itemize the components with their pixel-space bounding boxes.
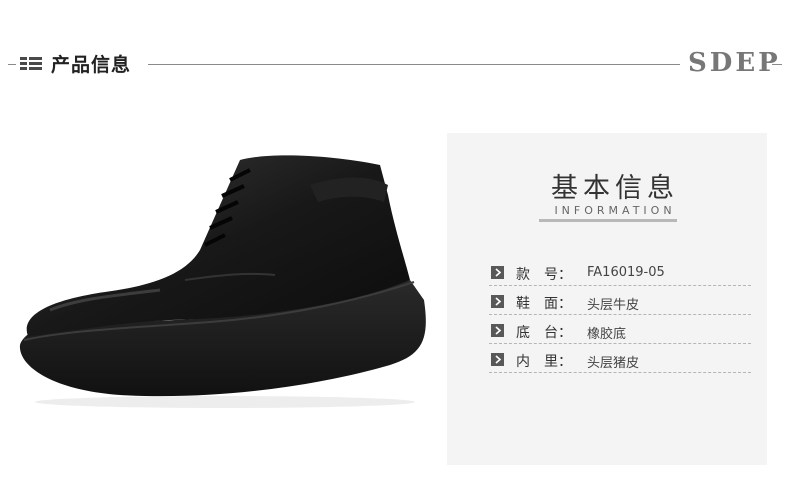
header-title: 产品信息	[51, 54, 132, 76]
info-row-lining: 内 里： 头层猪皮	[489, 344, 751, 373]
info-row-label: 底 台：	[516, 325, 572, 341]
info-row-value: 橡胶底	[587, 327, 627, 342]
header-rule-right	[772, 64, 782, 65]
info-row-label: 鞋 面：	[516, 296, 572, 312]
info-row-upper: 鞋 面： 头层牛皮	[489, 286, 751, 315]
info-row-value: 头层猪皮	[587, 356, 640, 371]
header-rule	[148, 64, 680, 65]
chevron-right-icon	[491, 295, 504, 308]
info-subtitle: INFORMATION	[554, 204, 676, 217]
title-underline	[539, 219, 677, 222]
info-row-style: 款 号： FA16019-05	[489, 257, 751, 286]
info-panel: 基本信息 INFORMATION 款 号： FA16019-05 鞋 面： 头层…	[447, 133, 767, 465]
info-row-label: 内 里：	[516, 354, 572, 370]
info-row-label: 款 号：	[516, 267, 572, 283]
info-list: 款 号： FA16019-05 鞋 面： 头层牛皮 底 台： 橡胶底 内 里： …	[489, 257, 751, 373]
info-title: 基本信息	[551, 173, 679, 204]
info-row-value: FA16019-05	[587, 265, 665, 280]
header: 产品信息 SDEP	[0, 0, 790, 120]
brand-logo: SDEP	[688, 48, 781, 78]
product-image	[19, 155, 426, 408]
chevron-right-icon	[491, 266, 504, 279]
chevron-right-icon	[491, 324, 504, 337]
info-row-value: 头层牛皮	[587, 298, 640, 313]
menu-icon	[20, 57, 42, 71]
info-row-sole: 底 台： 橡胶底	[489, 315, 751, 344]
chevron-right-icon	[491, 353, 504, 366]
header-rule-left	[8, 64, 16, 65]
